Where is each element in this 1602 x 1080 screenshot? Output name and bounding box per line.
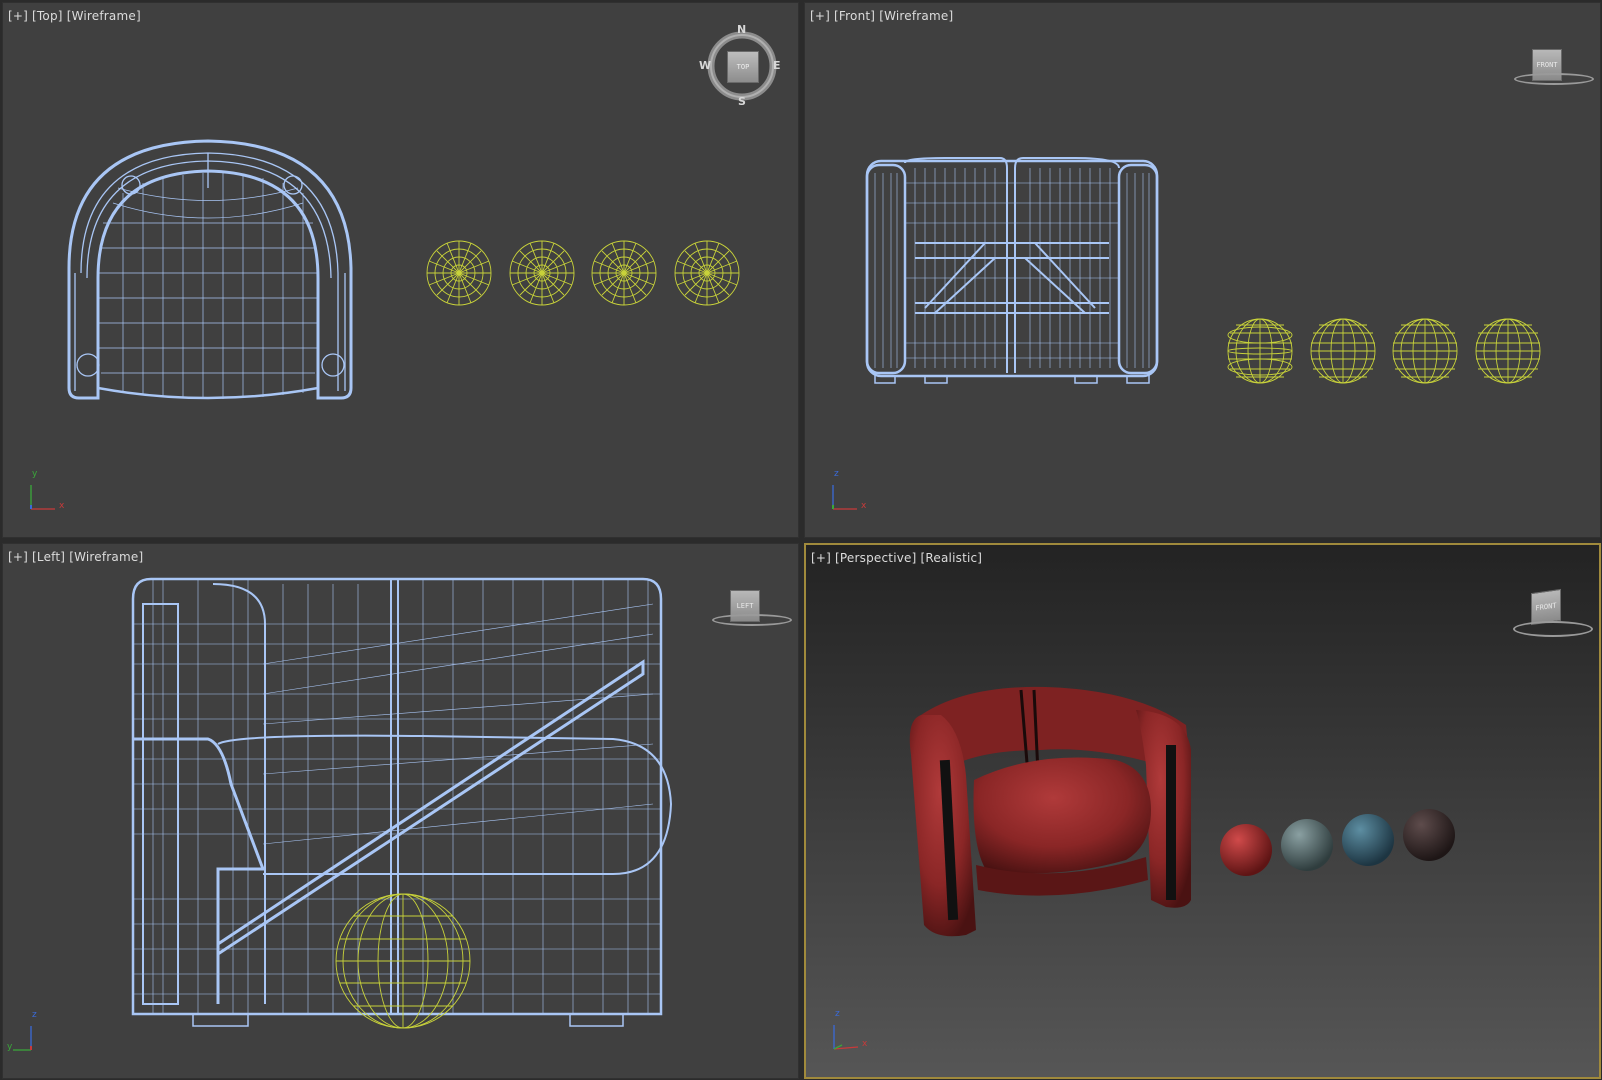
viewport-perspective[interactable]: [+] [Perspective] [Realistic] FRONT z x xyxy=(804,543,1601,1079)
compass-west: W xyxy=(699,59,712,72)
front-scene xyxy=(865,157,1541,384)
viewcube-perspective[interactable]: FRONT xyxy=(1513,577,1593,641)
armchair-left-wireframe xyxy=(131,577,673,1027)
light-spheres-front xyxy=(1227,318,1541,384)
viewcube-face-top[interactable]: TOP xyxy=(727,51,759,83)
viewcube-front[interactable]: FRONT xyxy=(1514,35,1594,99)
axis-label-horizontal: y xyxy=(7,1042,13,1052)
axis-tripod-icon xyxy=(13,1026,32,1051)
viewport-front[interactable]: [+] [Front] [Wireframe] FRONT z x xyxy=(804,2,1601,538)
compass-east: E xyxy=(773,59,781,72)
viewcube-face-front[interactable]: FRONT xyxy=(1531,588,1561,626)
axis-tripod-icon xyxy=(833,1025,859,1050)
perspective-scene xyxy=(909,686,1455,937)
viewport-top[interactable]: [+] [Top] [Wireframe] TOP N S E W y x xyxy=(2,2,799,538)
axis-label-horizontal: x xyxy=(59,501,65,511)
axis-label-vertical: y xyxy=(32,469,38,479)
material-spheres xyxy=(1220,809,1455,876)
left-scene xyxy=(131,577,673,1029)
light-spheres-top xyxy=(426,240,740,306)
compass-north: N xyxy=(737,23,747,36)
armchair-render xyxy=(909,686,1191,937)
axis-label-vertical: z xyxy=(834,469,839,479)
armchair-front-wireframe xyxy=(865,157,1159,384)
viewcube-ring[interactable] xyxy=(712,614,792,626)
viewcube-ring[interactable] xyxy=(1513,621,1593,637)
axis-label-vertical: z xyxy=(32,1010,37,1020)
compass-south: S xyxy=(738,95,746,108)
viewcube-compass[interactable]: TOP N S E W xyxy=(699,23,781,108)
axis-label-horizontal: x xyxy=(862,1039,868,1049)
light-sphere-left xyxy=(335,893,471,1029)
armchair-top-wireframe xyxy=(67,139,353,400)
viewcube-ring[interactable] xyxy=(1514,73,1594,85)
axis-label-vertical: z xyxy=(835,1009,840,1019)
viewport-left[interactable]: [+] [Left] [Wireframe] LEFT z y xyxy=(2,543,799,1079)
axis-label-horizontal: x xyxy=(861,501,867,511)
top-scene xyxy=(67,139,740,400)
viewcube-left[interactable]: LEFT xyxy=(712,576,792,640)
